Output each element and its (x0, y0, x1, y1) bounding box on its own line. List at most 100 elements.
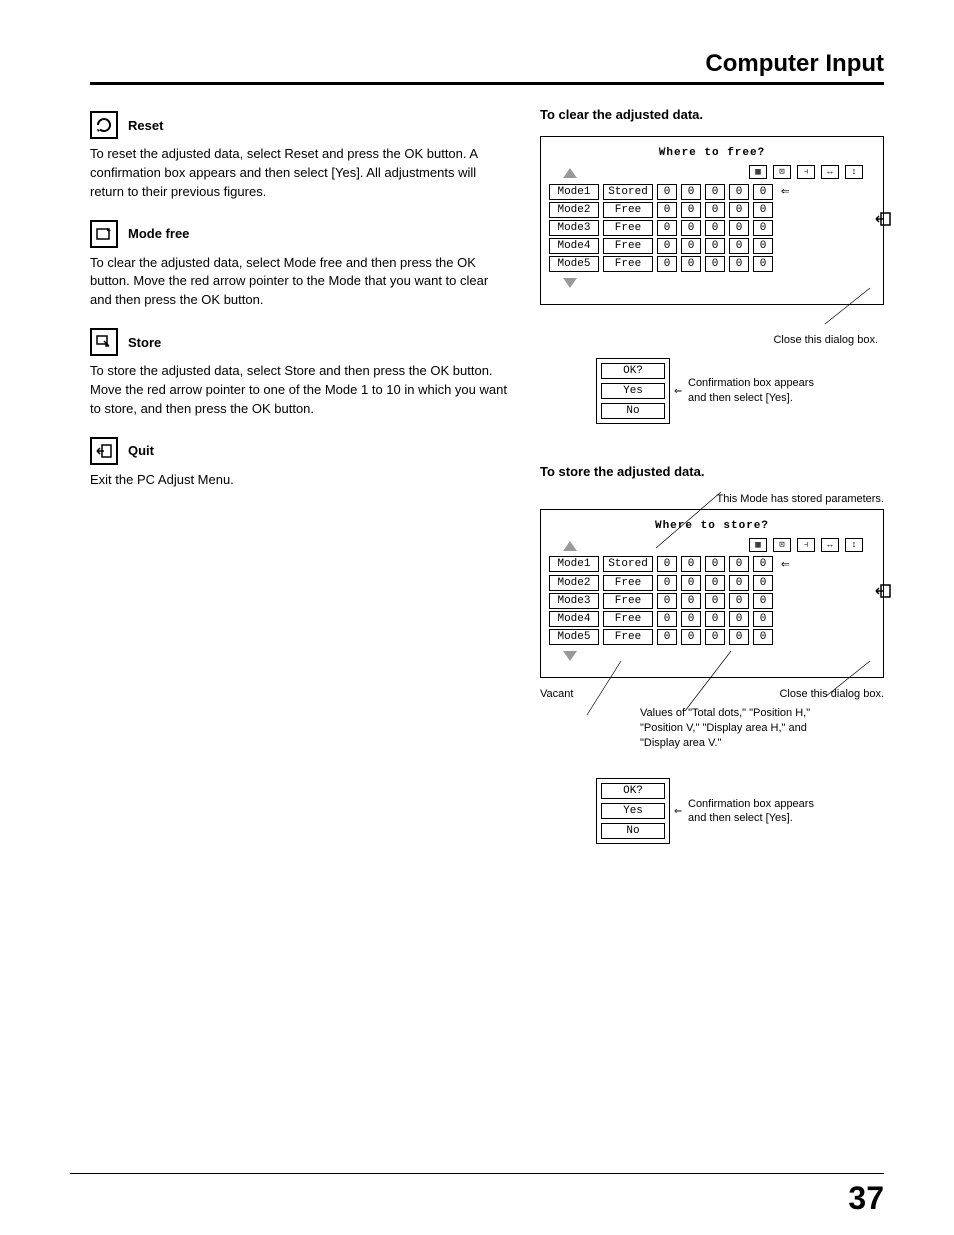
store-body: To store the adjusted data, select Store… (90, 362, 510, 419)
confirm-yes[interactable]: Yes⇐ (601, 383, 665, 399)
clear-dialog-title: Where to free? (549, 147, 875, 159)
store-title: Store (128, 335, 161, 350)
mode-value: 0 (681, 256, 701, 272)
mode-status: Free (603, 220, 653, 236)
mode-value: 0 (729, 611, 749, 627)
mode-value: 0 (681, 611, 701, 627)
mode-status: Free (603, 238, 653, 254)
footer-rule (70, 1173, 884, 1174)
mode-value: 0 (705, 202, 725, 218)
col-icon: ↔ (821, 538, 839, 552)
mode-value: 0 (753, 202, 773, 218)
mode-status: Stored (603, 556, 653, 572)
mode-value: 0 (729, 629, 749, 645)
mode-value: 0 (705, 220, 725, 236)
table-row[interactable]: Mode1Stored00000⇐ (549, 183, 875, 200)
mode-value: 0 (753, 629, 773, 645)
scroll-up-icon[interactable] (563, 168, 577, 178)
mode-value: 0 (729, 593, 749, 609)
quit-icon (90, 437, 118, 465)
mode-value: 0 (729, 238, 749, 254)
mode-status: Free (603, 593, 653, 609)
store-dialog: Where to store? ▦ ⊡ ⫞ ↔ ↕ Mode1Stored000… (540, 509, 884, 678)
confirm-no[interactable]: No (601, 403, 665, 419)
table-row[interactable]: Mode3Free00000 (549, 220, 875, 236)
mode-name: Mode2 (549, 202, 599, 218)
col-icon: ⊡ (773, 538, 791, 552)
mode-status: Free (603, 256, 653, 272)
reset-body: To reset the adjusted data, select Reset… (90, 145, 510, 202)
mode-value: 0 (657, 611, 677, 627)
table-row[interactable]: Mode5Free00000 (549, 256, 875, 272)
confirm-caption: Confirmation box appears and then select… (688, 797, 828, 827)
mode-value: 0 (753, 220, 773, 236)
mode-value: 0 (681, 556, 701, 572)
mode-value: 0 (705, 256, 725, 272)
mode-name: Mode4 (549, 238, 599, 254)
table-row[interactable]: Mode4Free00000 (549, 611, 875, 627)
mode-value: 0 (705, 575, 725, 591)
quit-side-icon[interactable] (873, 210, 893, 232)
mode-value: 0 (681, 238, 701, 254)
mode-value: 0 (753, 611, 773, 627)
confirm-dialog: OK? Yes⇐ No (596, 358, 670, 424)
confirm-no[interactable]: No (601, 823, 665, 839)
store-icon (90, 328, 118, 356)
mode-value: 0 (657, 184, 677, 200)
table-row[interactable]: Mode4Free00000 (549, 238, 875, 254)
mode-value: 0 (729, 220, 749, 236)
mode-value: 0 (753, 256, 773, 272)
mode-value: 0 (681, 629, 701, 645)
col-icon: ⫞ (797, 538, 815, 552)
vacant-caption: Vacant (540, 688, 573, 700)
mode-value: 0 (729, 256, 749, 272)
pointer-icon: ⇐ (781, 556, 789, 573)
pointer-icon: ⇐ (674, 804, 682, 819)
mode-value: 0 (681, 184, 701, 200)
mode-value: 0 (681, 220, 701, 236)
mode-value: 0 (753, 556, 773, 572)
col-icon: ⊡ (773, 165, 791, 179)
quit-title: Quit (128, 443, 154, 458)
mode-value: 0 (753, 184, 773, 200)
mode-status: Free (603, 202, 653, 218)
clear-heading: To clear the adjusted data. (540, 107, 884, 122)
mode-name: Mode1 (549, 556, 599, 572)
confirm-dialog: OK? Yes⇐ No (596, 778, 670, 844)
scroll-down-icon[interactable] (563, 651, 577, 661)
pointer-icon: ⇐ (674, 383, 682, 398)
table-row[interactable]: Mode5Free00000 (549, 629, 875, 645)
scroll-down-icon[interactable] (563, 278, 577, 288)
mode-value: 0 (753, 238, 773, 254)
table-row[interactable]: Mode3Free00000 (549, 593, 875, 609)
mode-name: Mode3 (549, 220, 599, 236)
mode-value: 0 (705, 238, 725, 254)
table-row[interactable]: Mode2Free00000 (549, 202, 875, 218)
mode-value: 0 (657, 238, 677, 254)
mode-value: 0 (657, 593, 677, 609)
col-icon: ↔ (821, 165, 839, 179)
close-caption: Close this dialog box. (540, 333, 884, 348)
mode-value: 0 (657, 256, 677, 272)
table-row[interactable]: Mode1Stored00000⇐ (549, 556, 875, 573)
mode-value: 0 (729, 202, 749, 218)
table-row[interactable]: Mode2Free00000 (549, 575, 875, 591)
pointer-icon: ⇐ (781, 183, 789, 200)
values-caption: Values of "Total dots," "Position H," "P… (640, 706, 840, 751)
quit-body: Exit the PC Adjust Menu. (90, 471, 510, 490)
mode-value: 0 (681, 593, 701, 609)
mode-status: Free (603, 611, 653, 627)
mode-value: 0 (657, 629, 677, 645)
mode-value: 0 (729, 556, 749, 572)
quit-side-icon[interactable] (873, 582, 893, 604)
confirm-title: OK? (601, 363, 665, 379)
confirm-caption: Confirmation box appears and then select… (688, 376, 828, 406)
mode-status: Stored (603, 184, 653, 200)
confirm-title: OK? (601, 783, 665, 799)
col-icon: ⫞ (797, 165, 815, 179)
header-title: Computer Input (90, 50, 884, 78)
scroll-up-icon[interactable] (563, 541, 577, 551)
confirm-yes[interactable]: Yes⇐ (601, 803, 665, 819)
mode-value: 0 (657, 220, 677, 236)
mode-value: 0 (729, 575, 749, 591)
